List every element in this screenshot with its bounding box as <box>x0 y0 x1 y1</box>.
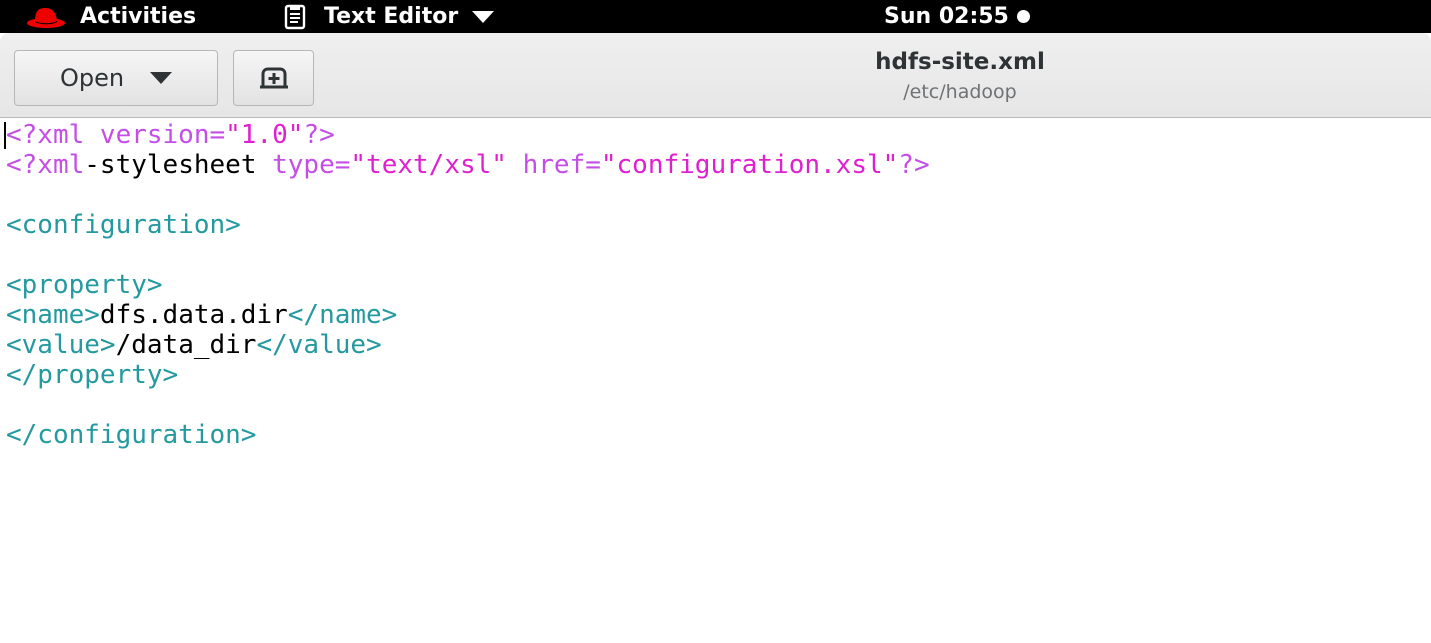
text-editor-icon <box>284 4 306 29</box>
open-button-label: Open <box>59 64 125 92</box>
code-token: "configuration.xsl" <box>600 150 899 180</box>
new-document-button[interactable] <box>233 50 314 106</box>
clock-label: Sun 02:55 <box>884 4 1009 29</box>
code-token: -stylesheet <box>84 150 273 180</box>
code-token: href= <box>506 150 601 180</box>
activities-button[interactable]: Activities <box>26 0 196 33</box>
app-menu-label: Text Editor <box>324 4 459 29</box>
code-token: <configuration> <box>6 210 241 240</box>
code-line[interactable] <box>6 240 930 270</box>
code-line[interactable]: </property> <box>6 360 930 390</box>
code-token: "1.0" <box>225 120 304 150</box>
code-token: <property> <box>6 270 163 300</box>
code-token: </name> <box>287 300 398 330</box>
code-token: <name> <box>6 300 100 330</box>
redhat-logo-icon <box>27 7 65 28</box>
code-token: "text/xsl" <box>350 150 507 180</box>
code-token: </value> <box>256 330 382 360</box>
code-token: </property> <box>6 360 179 390</box>
code-line[interactable]: <?xml version="1.0"?> <box>6 120 930 150</box>
code-view[interactable]: <?xml version="1.0"?> <?xml-stylesheet ty… <box>6 120 930 450</box>
code-line[interactable]: </configuration> <box>6 420 930 450</box>
open-button[interactable]: Open <box>14 50 218 106</box>
document-path: /etc/hadoop <box>903 81 1017 103</box>
chevron-down-icon <box>472 10 495 23</box>
header-bar: Open hdfs-site.xml /etc/hadoop <box>0 33 1431 118</box>
code-token: <?xml <box>6 150 85 180</box>
code-token: <value> <box>6 330 116 360</box>
window-title: hdfs-site.xml /etc/hadoop <box>760 47 1160 107</box>
editor-area[interactable]: <?xml version="1.0"?> <?xml-stylesheet ty… <box>0 118 1431 643</box>
code-line[interactable]: <value>/data_dir</value> <box>6 330 930 360</box>
chevron-down-icon <box>150 72 173 84</box>
status-dot-icon <box>1016 10 1030 23</box>
app-menu[interactable]: Text Editor <box>282 0 495 33</box>
code-line[interactable]: <name>dfs.data.dir</name> <box>6 300 930 330</box>
code-token: <?xml version= <box>6 120 226 150</box>
code-line[interactable] <box>6 390 930 420</box>
code-line[interactable] <box>6 180 930 210</box>
document-title: hdfs-site.xml <box>875 49 1045 75</box>
code-token: dfs.data.dir <box>99 300 288 330</box>
new-document-icon <box>259 67 288 89</box>
code-token: type= <box>272 150 351 180</box>
code-token: </configuration> <box>6 420 257 450</box>
activities-label: Activities <box>80 4 197 29</box>
code-token: ?> <box>898 150 930 180</box>
clock[interactable]: Sun 02:55 <box>884 0 1030 33</box>
code-line[interactable]: <?xml-stylesheet type="text/xsl" href="c… <box>6 150 930 180</box>
code-token: /data_dir <box>115 330 257 360</box>
code-line[interactable]: <configuration> <box>6 210 930 240</box>
top-bar: Activities Text Editor Sun 02:55 <box>0 0 1431 33</box>
code-line[interactable]: <property> <box>6 270 930 300</box>
code-token: ?> <box>303 120 335 150</box>
